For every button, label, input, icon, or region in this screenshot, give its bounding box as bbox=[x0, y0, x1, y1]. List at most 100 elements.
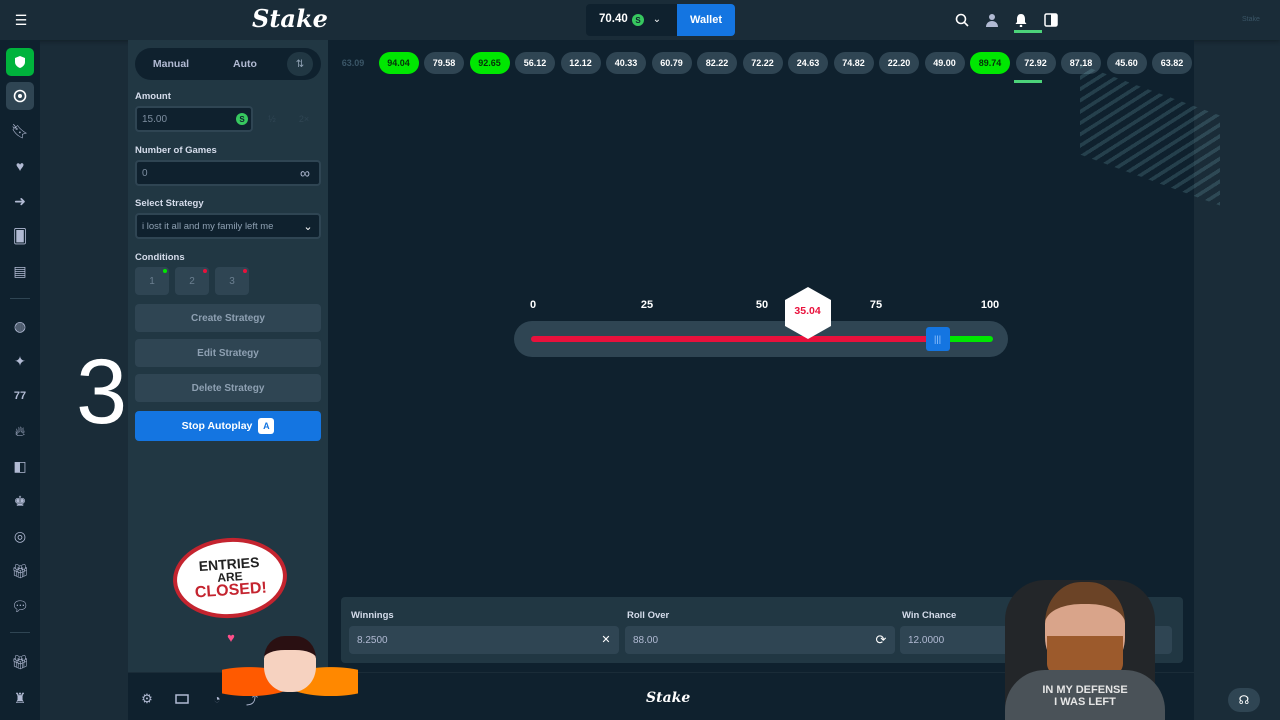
result-pill[interactable]: 24.63 bbox=[788, 52, 828, 74]
win-chance-value: 12.0000 bbox=[908, 634, 945, 646]
roll-over-label: Roll Over bbox=[627, 610, 670, 621]
flame-icon[interactable]: 🔥︎ bbox=[10, 421, 30, 441]
result-pill[interactable]: 56.12 bbox=[515, 52, 555, 74]
shield-icon[interactable] bbox=[6, 48, 34, 76]
heart-icon[interactable]: ♥ bbox=[10, 156, 30, 176]
casino-chip-icon[interactable] bbox=[6, 82, 34, 110]
slider-handle[interactable]: ||| bbox=[925, 327, 950, 351]
create-strategy-button[interactable]: Create Strategy bbox=[135, 304, 321, 332]
condition-2-dot bbox=[203, 269, 207, 273]
streamer-shirt: IN MY DEFENSE I WAS LEFT bbox=[1005, 670, 1165, 720]
refresh-icon[interactable]: ⟳ bbox=[873, 632, 889, 648]
double-button[interactable]: 2× bbox=[291, 106, 317, 132]
result-value: 35.04 bbox=[794, 305, 821, 317]
anime-girl-emote bbox=[222, 628, 358, 696]
result-pill[interactable]: 49.00 bbox=[924, 52, 965, 74]
green-arrows-decoration bbox=[1014, 30, 1042, 33]
list-icon[interactable]: ▤ bbox=[10, 261, 30, 281]
stake-logo[interactable]: Stake bbox=[252, 4, 328, 33]
result-pill[interactable]: 22.20 bbox=[879, 52, 919, 74]
result-pill[interactable]: 82.22 bbox=[697, 52, 737, 74]
settings-icon[interactable]: ⚙ bbox=[140, 691, 154, 706]
roll-over-field[interactable]: 88.00 ⟳ bbox=[625, 626, 895, 654]
result-pill[interactable]: 74.82 bbox=[833, 52, 874, 74]
countdown-number: 3 bbox=[76, 341, 128, 443]
bookmark-icon[interactable]: 🔖︎ bbox=[10, 121, 30, 141]
shirt-line-1: IN MY DEFENSE bbox=[1042, 684, 1128, 696]
roll-over-value: 88.00 bbox=[633, 634, 659, 646]
wallet-button[interactable]: Wallet bbox=[677, 4, 735, 36]
result-pill[interactable]: 45.60 bbox=[1106, 52, 1147, 74]
currency-icon: S bbox=[236, 113, 248, 125]
strategy-label: Select Strategy bbox=[135, 198, 204, 209]
sidebar-toggle-icon[interactable] bbox=[1043, 12, 1059, 28]
balance-box[interactable]: 70.40 S ⌄ bbox=[586, 4, 678, 36]
sparkle-icon[interactable]: ✦ bbox=[10, 351, 30, 371]
result-pill[interactable]: 63.09 bbox=[333, 52, 373, 74]
search-icon[interactable] bbox=[954, 12, 970, 28]
gift-icon[interactable]: 🎁︎ bbox=[10, 561, 30, 581]
result-pill[interactable]: 60.79 bbox=[651, 52, 692, 74]
arrow-right-icon[interactable]: ➜ bbox=[10, 191, 30, 211]
stop-autoplay-button[interactable]: Stop Autoplay A bbox=[135, 411, 321, 441]
user-icon[interactable] bbox=[984, 12, 1000, 28]
slider-tick-50: 50 bbox=[755, 299, 769, 311]
bell-icon[interactable] bbox=[1013, 12, 1029, 28]
slider-tick-100: 100 bbox=[980, 299, 1000, 311]
cards-icon[interactable]: 🂠 bbox=[10, 226, 30, 246]
shirt-icon[interactable]: ◧ bbox=[10, 456, 30, 476]
mode-tabs: Manual Auto ⇅ bbox=[135, 48, 321, 80]
sidebar-divider-bottom bbox=[10, 632, 30, 633]
theatre-mode-icon[interactable] bbox=[174, 692, 190, 706]
result-pill[interactable]: 94.04 bbox=[378, 52, 419, 74]
result-pill[interactable]: 79.58 bbox=[424, 52, 464, 74]
footer-logo: Stake bbox=[646, 690, 691, 706]
auto-settings-icon[interactable]: ⇅ bbox=[287, 52, 313, 76]
edit-strategy-button[interactable]: Edit Strategy bbox=[135, 339, 321, 367]
result-pill[interactable]: 92.65 bbox=[469, 52, 510, 74]
menu-icon[interactable]: ☰ bbox=[12, 12, 30, 28]
result-pill[interactable]: 72.92 bbox=[1015, 52, 1056, 74]
currency-icon: S bbox=[632, 14, 644, 26]
amount-input[interactable]: 15.00 S bbox=[135, 106, 253, 132]
strategy-value: i lost it all and my family left me bbox=[142, 220, 274, 232]
chevron-down-icon: ⌄ bbox=[303, 220, 313, 233]
conditions-label: Conditions bbox=[135, 252, 185, 263]
sticker-line-3: CLOSED! bbox=[194, 579, 268, 602]
target-icon[interactable]: ◎ bbox=[10, 526, 30, 546]
winnings-value: 8.2500 bbox=[357, 634, 388, 646]
slider-tick-0: 0 bbox=[529, 299, 537, 311]
corner-watermark: Stake bbox=[1242, 16, 1260, 23]
delete-strategy-button[interactable]: Delete Strategy bbox=[135, 374, 321, 402]
result-pill[interactable]: 40.33 bbox=[606, 52, 646, 74]
top-bar: ☰ Stake 70.40 S ⌄ Wallet Stake bbox=[0, 0, 1280, 40]
chevron-down-icon[interactable]: ⌄ bbox=[650, 12, 664, 26]
autoplay-icon: A bbox=[258, 418, 275, 434]
result-pill[interactable]: 12.12 bbox=[560, 52, 601, 74]
result-pill[interactable]: 63.82 bbox=[1152, 52, 1192, 74]
amount-label: Amount bbox=[135, 91, 171, 102]
gift-expand-icon[interactable]: 🎁︎ bbox=[10, 652, 30, 672]
chat-icon[interactable]: 💬︎ bbox=[10, 596, 30, 616]
result-pill[interactable]: 89.74 bbox=[970, 52, 1010, 74]
condition-3-dot bbox=[243, 269, 247, 273]
trophy-icon[interactable]: ♜ bbox=[10, 688, 30, 708]
crown-icon[interactable]: ♚ bbox=[10, 491, 30, 511]
tab-manual[interactable]: Manual bbox=[139, 52, 203, 76]
left-sidebar: 🔖︎ ♥ ➜ 🂠 ▤ ◍ ✦ 77 🔥︎ ◧ ♚ ◎ 🎁︎ 💬︎ 🎁︎ ♜ bbox=[0, 40, 40, 720]
slider-tick-25: 25 bbox=[640, 299, 654, 311]
win-chance-label: Win Chance bbox=[902, 610, 957, 621]
result-marker: 35.04 bbox=[784, 287, 831, 339]
sidebar-divider bbox=[10, 298, 30, 299]
strategy-select[interactable]: i lost it all and my family left me ⌄ bbox=[135, 213, 321, 239]
result-pill[interactable]: 72.22 bbox=[742, 52, 783, 74]
seven-seven-icon[interactable]: 77 bbox=[10, 386, 30, 406]
winnings-field[interactable]: 8.2500 ✕ bbox=[349, 626, 619, 654]
games-input[interactable]: 0 ∞ bbox=[135, 160, 321, 186]
globe-icon[interactable]: ◍ bbox=[10, 316, 30, 336]
half-button[interactable]: ½ bbox=[259, 106, 285, 132]
support-icon[interactable]: ☊ bbox=[1228, 688, 1260, 712]
tab-auto[interactable]: Auto bbox=[213, 52, 277, 76]
webcam-streamer: IN MY DEFENSE I WAS LEFT bbox=[975, 570, 1180, 720]
winnings-label: Winnings bbox=[351, 610, 394, 621]
